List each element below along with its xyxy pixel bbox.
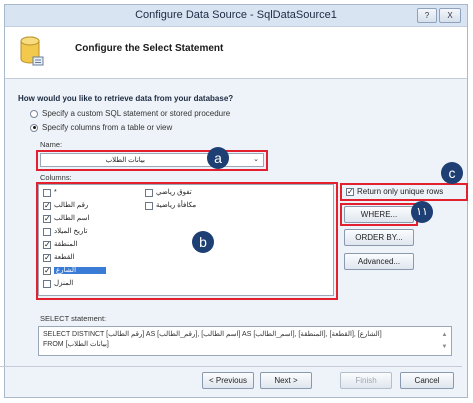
columns-label: Columns: bbox=[40, 173, 72, 182]
marker-b: b bbox=[192, 231, 214, 253]
highlight-name-select bbox=[36, 150, 268, 171]
sql-line-1: SELECT DISTINCT [رقم الطالب] AS [رقم_الط… bbox=[43, 331, 382, 338]
highlight-where-button bbox=[340, 203, 418, 226]
marker-a: a bbox=[207, 147, 229, 169]
page-title: Configure the Select Statement bbox=[75, 43, 224, 54]
advanced-button[interactable]: Advanced... bbox=[344, 253, 414, 270]
title-bar: Configure Data Source - SqlDataSource1 ?… bbox=[5, 5, 467, 27]
order-by-button[interactable]: ORDER BY... bbox=[344, 229, 414, 246]
wizard-header: Configure the Select Statement bbox=[5, 27, 467, 79]
select-statement-label: SELECT statement: bbox=[40, 314, 107, 323]
next-button[interactable]: Next > bbox=[260, 372, 312, 389]
database-icon bbox=[20, 36, 44, 66]
name-label: Name: bbox=[40, 140, 63, 149]
marker-11: ١١ bbox=[411, 201, 433, 223]
scroll-up-icon[interactable]: ▲ bbox=[440, 329, 449, 341]
window-title: Configure Data Source - SqlDataSource1 bbox=[135, 9, 337, 21]
custom-sql-option[interactable]: Specify a custom SQL statement or stored… bbox=[30, 109, 230, 118]
highlight-columns-list bbox=[36, 182, 338, 300]
cancel-button[interactable]: Cancel bbox=[400, 372, 454, 389]
help-button[interactable]: ? bbox=[417, 8, 437, 23]
retrieve-question: How would you like to retrieve data from… bbox=[18, 94, 234, 103]
custom-sql-label: Specify a custom SQL statement or stored… bbox=[42, 109, 231, 118]
finish-button[interactable]: Finish bbox=[340, 372, 392, 389]
footer-divider bbox=[0, 366, 462, 367]
scroll-down-icon[interactable]: ▼ bbox=[440, 341, 449, 353]
marker-c: c bbox=[441, 162, 463, 184]
columns-option[interactable]: Specify columns from a table or view bbox=[30, 123, 172, 132]
columns-option-label: Specify columns from a table or view bbox=[42, 123, 173, 132]
sql-line-2: FROM [بيانات الطلاب] bbox=[43, 341, 109, 348]
scroll-arrows[interactable]: ▲ ▼ bbox=[440, 329, 449, 354]
close-button[interactable]: X bbox=[439, 8, 461, 23]
custom-sql-radio[interactable] bbox=[30, 109, 38, 118]
columns-radio[interactable] bbox=[30, 123, 38, 132]
highlight-unique-rows bbox=[340, 183, 468, 201]
previous-button[interactable]: < Previous bbox=[202, 372, 254, 389]
select-statement-box[interactable]: SELECT DISTINCT [رقم الطالب] AS [رقم_الط… bbox=[38, 326, 452, 356]
